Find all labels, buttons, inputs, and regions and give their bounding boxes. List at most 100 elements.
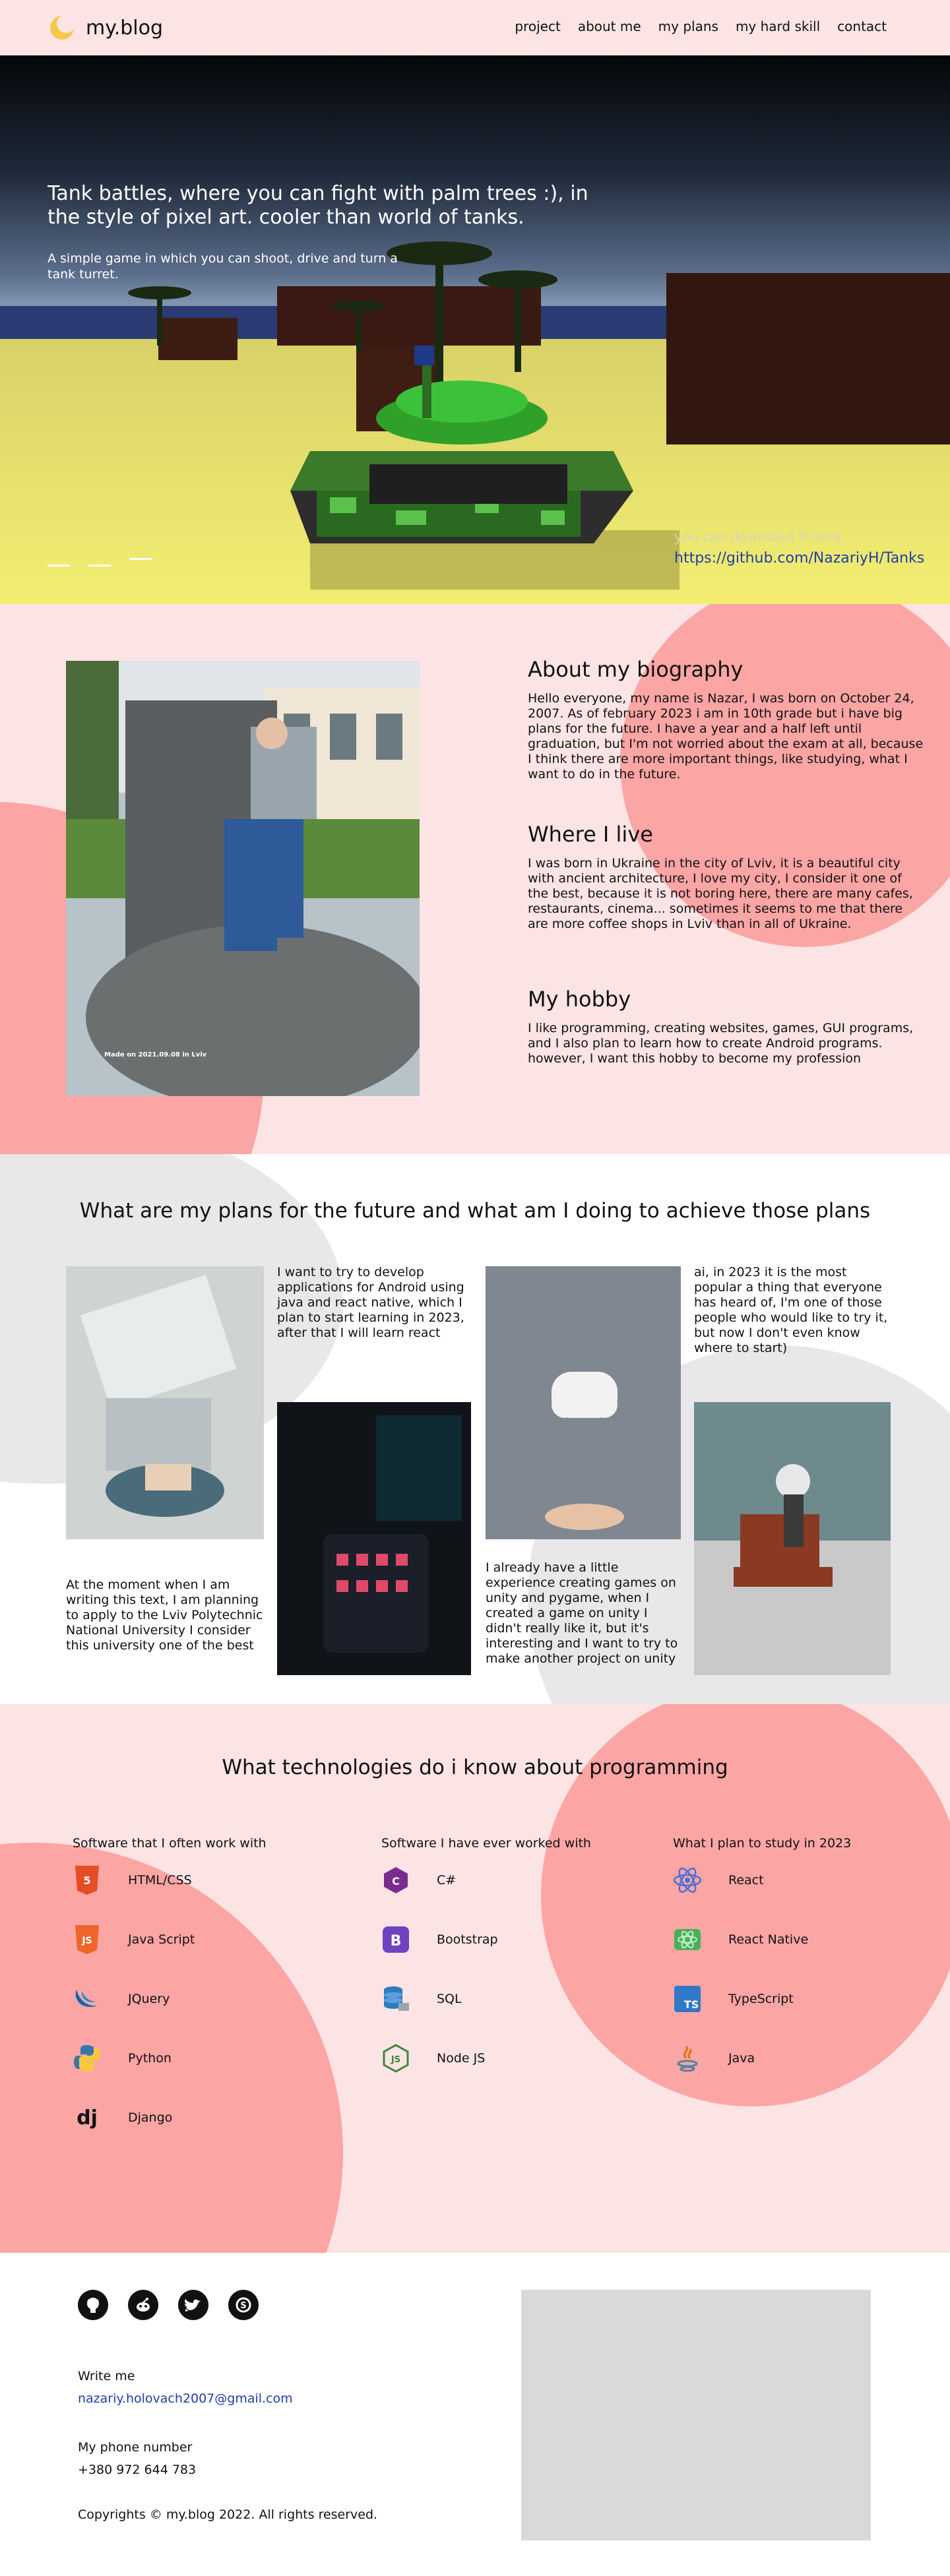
hero-title: Tank battles, where you can fight with p… [48,182,588,229]
nav-my-plans[interactable]: my plans [658,18,718,34]
jquery-icon [73,1984,102,2013]
tech-item: JS Java Script [73,1910,267,1969]
gamepad-photo [486,1266,681,1539]
moon-logo-icon [48,13,77,42]
technologies-section: What technologies do i know about progra… [0,1704,950,2253]
plans-title: What are my plans for the future and wha… [79,1199,871,1223]
tech-item: JS Node JS [381,2029,591,2088]
hero-game-screenshot [0,55,950,604]
hero-subtitle: A simple game in which you can shoot, dr… [48,251,398,282]
download-label: you can download it here [674,529,842,545]
logo[interactable]: my.blog [48,13,163,42]
hobby-block: My hobby I like programming, creating we… [528,987,924,1066]
logo-text: my.blog [86,16,164,40]
copyright: Copyrights © my.blog 2022. All rights re… [78,2507,378,2522]
svg-text:B: B [391,1933,402,1949]
hobby-title: My hobby [528,987,631,1012]
slider-dot-1[interactable] [48,565,70,567]
plan-university-text: At the moment when I am writing this tex… [66,1578,263,1653]
biography-photo: Made on 2021.09.08 in Lviv [66,661,420,1096]
phone-number: +380 972 644 783 [78,2463,197,2477]
map-placeholder[interactable] [521,2290,871,2540]
javascript-icon: JS [73,1925,102,1954]
tech-item: B Bootstrap [381,1910,591,1969]
github-icon[interactable] [78,2290,108,2320]
nav-contact[interactable]: contact [837,18,887,34]
laptop-photo [66,1266,264,1539]
svg-text:C: C [392,1875,400,1887]
plans-section: What are my plans for the future and wha… [0,1154,950,1704]
java-icon [673,2044,702,2073]
main-nav: project about me my plans my hard skill … [515,18,887,34]
svg-text:dj: dj [77,2106,98,2130]
typescript-icon: TS [673,1984,702,2013]
statue-photo-image [66,661,420,1096]
tech-name: C# [437,1873,457,1887]
nav-hard-skill[interactable]: my hard skill [736,18,820,34]
hero-section: Tank battles, where you can fight with p… [0,55,950,604]
tech-item: React [673,1851,851,1910]
slider-dot-3[interactable] [129,558,152,560]
svg-text:JS: JS [81,1936,92,1946]
nav-project[interactable]: project [515,18,560,34]
tech-column-heading: Software that I often work with [73,1836,267,1851]
svg-text:TS: TS [684,1998,699,2011]
about-title: About my biography [528,657,744,682]
skype-icon[interactable]: S [228,2290,259,2320]
bootstrap-icon: B [381,1925,410,1954]
csharp-icon: C [381,1866,410,1895]
svg-text:5: 5 [83,1874,90,1887]
tech-title: What technologies do i know about progra… [222,1756,728,1779]
phone-label: My phone number [78,2440,193,2455]
nodejs-icon: JS [381,2044,410,2073]
tech-column-ever: Software I have ever worked with C C# B … [381,1836,591,2117]
site-footer: S Write me nazariy.holovach2007@gmail.co… [0,2253,950,2576]
plan-ai-text: ai, in 2023 it is the most popular a thi… [694,1265,888,1355]
tech-name: Node JS [437,2051,486,2066]
photo-caption: Made on 2021.09.08 in Lviv [104,1051,207,1058]
tech-item: TS TypeScript [673,1969,851,2029]
robot-photo [694,1402,891,1675]
react-native-icon [673,1925,702,1954]
phone-photo [277,1402,471,1675]
slider-dot-2[interactable] [88,565,111,567]
tech-item: dj Django [73,2088,267,2147]
tech-name: TypeScript [728,1992,794,2006]
email-link[interactable]: nazariy.holovach2007@gmail.com [78,2391,293,2406]
tech-name: HTML/CSS [128,1873,192,1887]
tech-column-heading: What I plan to study in 2023 [673,1836,852,1851]
about-text: Hello everyone, my name is Nazar, I was … [528,691,924,782]
nav-about-me[interactable]: about me [578,18,641,34]
tech-item: Python [73,2029,267,2088]
twitter-icon[interactable] [178,2290,208,2320]
tech-name: Django [128,2110,173,2125]
tech-item: React Native [673,1910,851,1969]
plan-games-text: I already have a little experience creat… [486,1560,678,1666]
tech-name: Python [128,2051,172,2066]
social-links: S [78,2290,259,2320]
tech-column-heading: Software I have ever worked with [381,1836,591,1851]
about-block: About my biography Hello everyone, my na… [528,657,924,782]
plan-android-text: I want to try to develop applications fo… [277,1265,464,1340]
django-icon: dj [73,2103,102,2132]
tech-item: JQuery [73,1969,267,2029]
tech-name: Java Script [128,1932,195,1947]
tech-column-often: Software that I often work with 5 HTML/C… [73,1836,267,2176]
github-link[interactable]: https://github.com/NazariyH/Tanks [674,550,924,567]
hobby-text: I like programming, creating websites, g… [528,1021,914,1066]
react-icon [673,1866,702,1895]
tech-item: Java [673,2029,851,2088]
live-block: Where I live I was born in Ukraine in th… [528,822,924,932]
html5-icon: 5 [73,1866,102,1895]
reddit-icon[interactable] [128,2290,158,2320]
tech-name: SQL [437,1992,462,2006]
tech-item: 5 HTML/CSS [73,1851,267,1910]
database-icon [381,1984,410,2013]
svg-text:JS: JS [391,2055,400,2065]
tech-name: Java [728,2051,755,2066]
tech-item: C C# [381,1851,591,1910]
site-header: my.blog project about me my plans my har… [0,0,950,55]
python-icon [73,2044,102,2073]
live-title: Where I live [528,822,653,847]
tech-column-plan: What I plan to study in 2023 React React… [673,1836,851,2117]
